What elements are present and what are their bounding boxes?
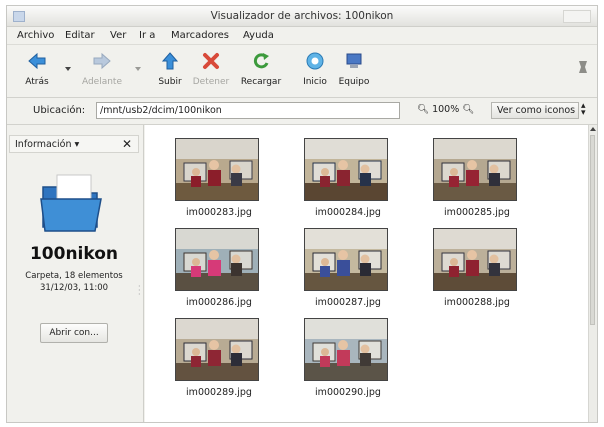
scroll-up-icon[interactable]: [590, 127, 596, 131]
forward-history-chevron-icon[interactable]: [135, 67, 141, 71]
file-name: im000288.jpg: [444, 297, 510, 308]
menu-marcadores[interactable]: Marcadores: [171, 30, 229, 41]
menu-editar[interactable]: Editar: [65, 30, 95, 41]
file-name: im000285.jpg: [444, 207, 510, 218]
icon-view[interactable]: im000283.jpg im000284.jpg im000285.jpg im00…: [145, 125, 597, 422]
home-label: Inicio: [303, 77, 327, 87]
reload-label: Recargar: [240, 77, 282, 87]
sidebar-mode-select[interactable]: Información ▾: [15, 139, 79, 150]
computer-icon: [346, 53, 362, 68]
location-label: Ubicación:: [33, 105, 86, 116]
zoom-out-icon[interactable]: 🔍︎: [417, 104, 429, 115]
file-name: im000284.jpg: [315, 207, 381, 218]
menu-ir-a[interactable]: Ir a: [139, 30, 155, 41]
image-thumbnail[interactable]: [304, 318, 388, 381]
reload-button[interactable]: Recargar: [235, 49, 287, 93]
view-mode-spinner-icon[interactable]: ▴ ▾: [581, 102, 586, 118]
image-thumbnail[interactable]: [433, 228, 517, 291]
file-name: im000286.jpg: [186, 297, 252, 308]
file-name: im000287.jpg: [315, 297, 381, 308]
sidebar-header: Información ▾ ✕: [9, 135, 139, 153]
image-thumbnail[interactable]: [304, 138, 388, 201]
up-label: Subir: [158, 77, 182, 87]
computer-button[interactable]: Equipo: [333, 49, 375, 93]
forward-button[interactable]: Adelante: [77, 49, 127, 93]
image-thumbnail[interactable]: [175, 318, 259, 381]
up-arrow-icon: [161, 52, 179, 70]
folder-name: 100nikon: [29, 244, 119, 264]
file-icon-item[interactable]: im000288.jpg: [413, 228, 523, 316]
image-thumbnail[interactable]: [175, 228, 259, 291]
home-button[interactable]: Inicio: [297, 49, 333, 93]
photo-icon: [305, 139, 387, 200]
file-name: im000290.jpg: [315, 387, 381, 398]
menu-ayuda[interactable]: Ayuda: [243, 30, 274, 41]
window-controls[interactable]: [563, 10, 591, 23]
back-history-chevron-icon[interactable]: [65, 67, 71, 71]
forward-label: Adelante: [81, 77, 123, 87]
close-sidebar-icon[interactable]: ✕: [122, 137, 132, 151]
folder-summary: Carpeta, 18 elementos: [25, 271, 123, 281]
stop-label: Detener: [192, 77, 230, 87]
file-icon-item[interactable]: im000290.jpg: [284, 318, 394, 406]
title-bar[interactable]: Visualizador de archivos: 100nikon: [7, 6, 597, 27]
back-button[interactable]: Atrás: [15, 49, 59, 93]
view-mode-select[interactable]: Ver como iconos: [491, 102, 579, 119]
computer-label: Equipo: [338, 77, 370, 87]
image-thumbnail[interactable]: [175, 138, 259, 201]
file-manager-window: Visualizador de archivos: 100nikon Archi…: [6, 5, 598, 423]
forward-arrow-icon: [93, 52, 111, 70]
file-name: im000289.jpg: [186, 387, 252, 398]
photo-icon: [434, 229, 516, 290]
throbber-icon: [579, 61, 587, 73]
photo-icon: [434, 139, 516, 200]
open-with-button[interactable]: Abrir con...: [40, 323, 108, 343]
sidebar: Información ▾ ✕ 100nikon Carpeta, 18 ele…: [7, 125, 144, 422]
file-icon-item[interactable]: im000289.jpg: [155, 318, 265, 406]
image-thumbnail[interactable]: [433, 138, 517, 201]
up-button[interactable]: Subir: [153, 49, 187, 93]
location-bar: Ubicación: /mnt/usb2/dcim/100nikon 🔍︎ 10…: [7, 98, 597, 125]
photo-icon: [176, 229, 258, 290]
image-thumbnail[interactable]: [304, 228, 388, 291]
photo-icon: [305, 229, 387, 290]
folder-date: 31/12/03, 11:00: [39, 283, 109, 293]
sidebar-resize-handle[interactable]: · · ·: [138, 283, 141, 299]
zoom-level[interactable]: 100%: [432, 104, 459, 115]
scrollbar-thumb[interactable]: [590, 135, 595, 325]
menu-ver[interactable]: Ver: [110, 30, 126, 41]
file-icon-item[interactable]: im000286.jpg: [155, 228, 265, 316]
file-icon-item[interactable]: im000287.jpg: [284, 228, 394, 316]
home-icon: [306, 52, 324, 70]
back-label: Atrás: [25, 77, 49, 87]
stop-icon: [203, 53, 219, 69]
zoom-in-icon[interactable]: 🔍︎: [462, 104, 474, 115]
file-name: im000283.jpg: [186, 207, 252, 218]
stop-button[interactable]: Detener: [189, 49, 233, 93]
folder-icon: [40, 174, 102, 232]
location-input[interactable]: /mnt/usb2/dcim/100nikon: [96, 102, 400, 119]
menu-bar: Archivo Editar Ver Ir a Marcadores Ayuda: [7, 27, 597, 45]
window-title: Visualizador de archivos: 100nikon: [210, 10, 394, 22]
menu-archivo[interactable]: Archivo: [17, 30, 54, 41]
back-arrow-icon: [28, 52, 46, 70]
vertical-scrollbar[interactable]: [588, 125, 597, 422]
file-icon-item[interactable]: im000284.jpg: [284, 138, 394, 226]
photo-icon: [176, 139, 258, 200]
file-icon-item[interactable]: im000285.jpg: [413, 138, 523, 226]
file-icon-item[interactable]: im000283.jpg: [155, 138, 265, 226]
toolbar: Atrás Adelante Subir Detener Recargar In…: [7, 45, 597, 98]
photo-icon: [176, 319, 258, 380]
zoom-control: 🔍︎ 100% 🔍︎: [417, 104, 474, 115]
sidebar-mode-label: Información: [15, 139, 72, 150]
photo-icon: [305, 319, 387, 380]
reload-icon: [253, 53, 269, 69]
